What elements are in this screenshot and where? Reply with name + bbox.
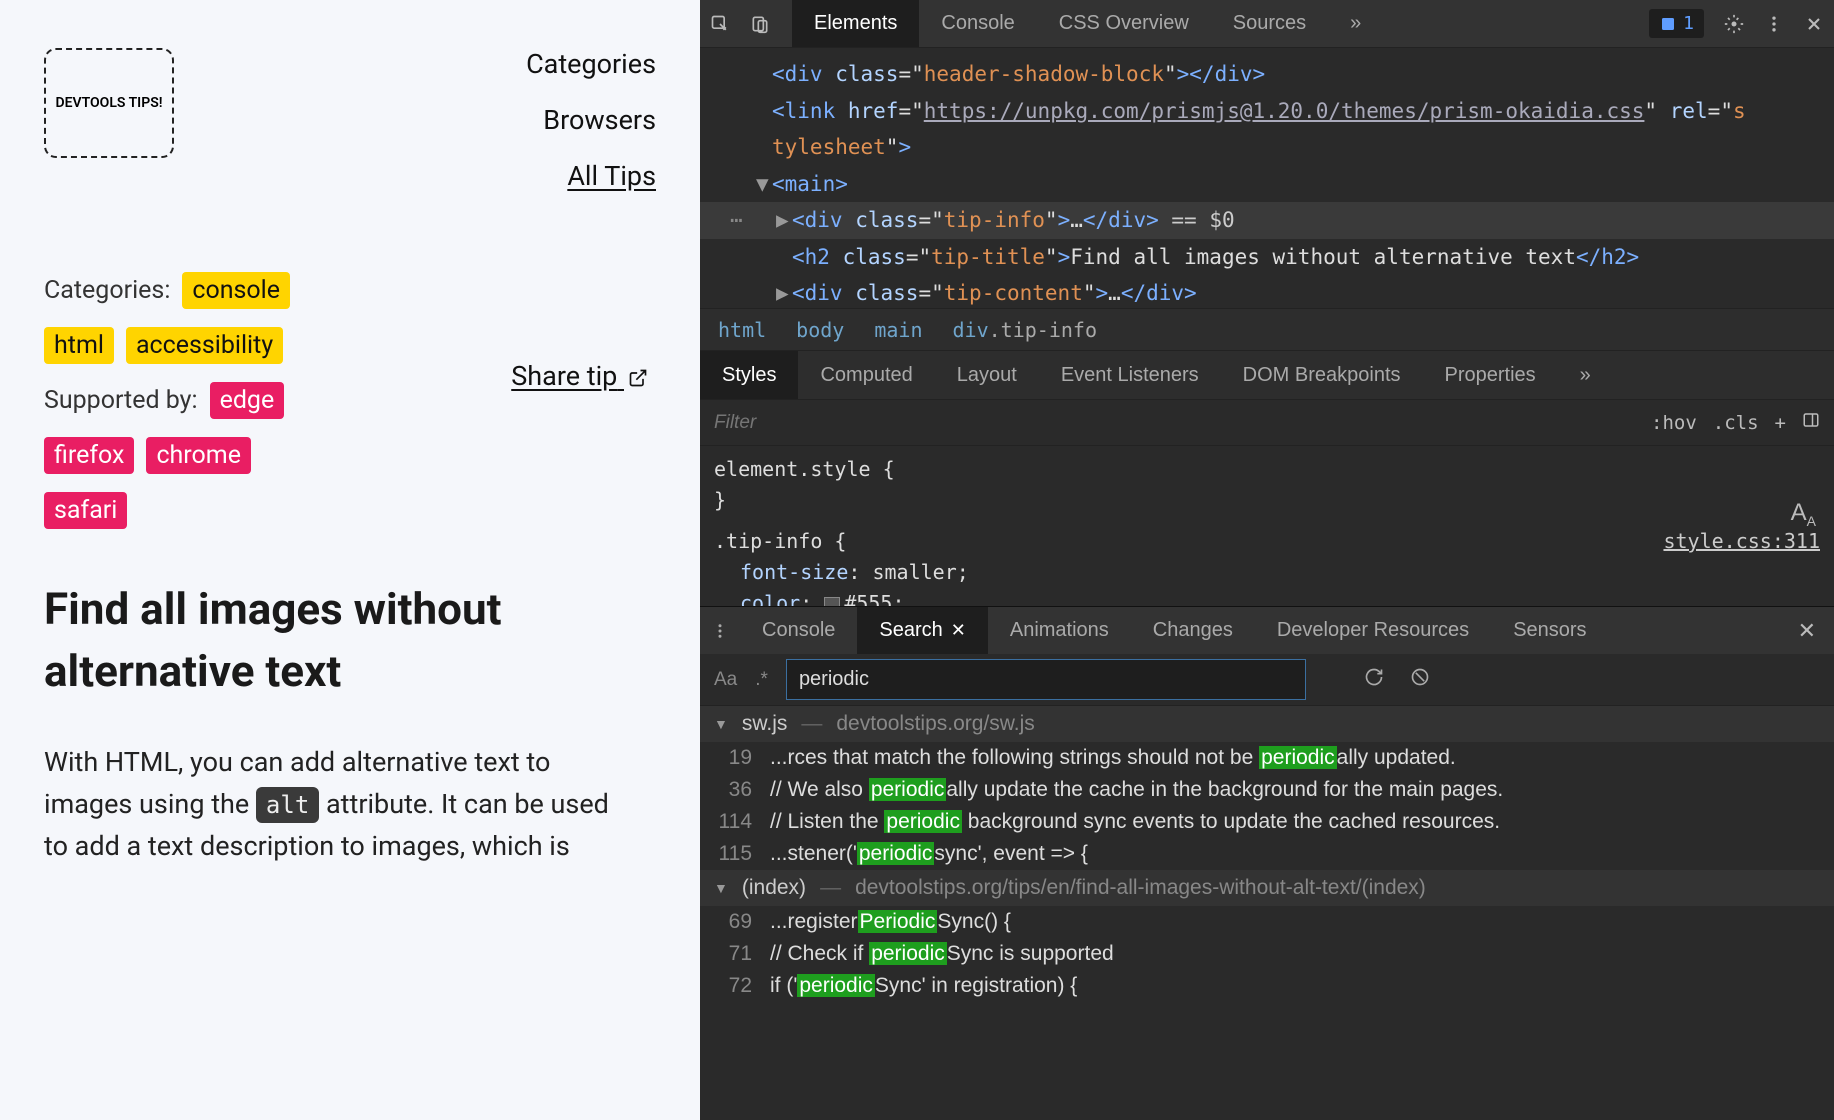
crumb-div[interactable]: div.tip-info: [953, 318, 1098, 342]
drawer-tab-search[interactable]: Search✕: [857, 607, 987, 654]
issues-count: 1: [1683, 13, 1694, 34]
inspect-element-icon[interactable]: [700, 4, 740, 44]
refresh-icon[interactable]: [1364, 667, 1384, 692]
search-bar: Aa .*: [700, 654, 1834, 706]
clear-icon[interactable]: [1410, 667, 1430, 692]
tabs-more-icon[interactable]: »: [1328, 0, 1383, 47]
code-alt: alt: [256, 787, 319, 823]
styles-tab-styles[interactable]: Styles: [700, 351, 798, 399]
drawer-tab-sensors[interactable]: Sensors: [1491, 607, 1608, 654]
styles-tab-layout[interactable]: Layout: [935, 351, 1039, 399]
result-line[interactable]: 114// Listen the periodic background syn…: [700, 806, 1834, 838]
new-rule-icon[interactable]: +: [1775, 412, 1786, 434]
close-drawer-icon[interactable]: ✕: [1780, 618, 1834, 644]
tag-firefox[interactable]: firefox: [44, 437, 134, 474]
external-link-icon: [628, 368, 648, 388]
drawer-tab-animations[interactable]: Animations: [988, 607, 1131, 654]
styles-filter-input[interactable]: [714, 412, 1651, 434]
devtools-pane: Elements Console CSS Overview Sources » …: [700, 0, 1834, 1120]
styles-tab-properties[interactable]: Properties: [1423, 351, 1558, 399]
color-swatch[interactable]: [824, 597, 840, 607]
match-case-toggle[interactable]: Aa: [714, 669, 737, 691]
search-results: ▼sw.js—devtoolstips.org/sw.js19...rces t…: [700, 706, 1834, 1120]
share-tip-link[interactable]: Share tip: [511, 360, 648, 392]
tag-console[interactable]: console: [182, 272, 290, 309]
styles-tabs-more-icon[interactable]: »: [1558, 351, 1613, 399]
result-file-header[interactable]: ▼sw.js—devtoolstips.org/sw.js: [700, 706, 1834, 742]
share-tip-label: Share tip: [511, 360, 617, 392]
drawer-menu-icon[interactable]: [700, 611, 740, 651]
tab-elements[interactable]: Elements: [792, 0, 919, 47]
crumb-body[interactable]: body: [796, 318, 844, 342]
dom-selected-node[interactable]: ⋯▶<div class="tip-info">…</div> == $0: [700, 202, 1834, 239]
primary-nav: Categories Browsers All Tips: [526, 48, 656, 192]
tag-accessibility[interactable]: accessibility: [126, 327, 283, 364]
page-title: Find all images without alternative text: [44, 579, 544, 702]
tag-safari[interactable]: safari: [44, 492, 127, 529]
cls-toggle[interactable]: .cls: [1713, 412, 1759, 434]
site-logo[interactable]: DEVTOOLS TIPS!: [44, 48, 174, 158]
issue-icon: [1659, 15, 1677, 33]
result-line[interactable]: 115...stener('periodicsync', event => {: [700, 838, 1834, 870]
close-tab-icon[interactable]: ✕: [951, 620, 966, 641]
styles-filter-bar: :hov .cls +: [700, 400, 1834, 446]
result-line[interactable]: 71// Check if periodicSync is supported: [700, 938, 1834, 970]
categories-label: Categories:: [44, 276, 170, 305]
drawer-tab-changes[interactable]: Changes: [1131, 607, 1255, 654]
tab-sources[interactable]: Sources: [1211, 0, 1328, 47]
nav-categories[interactable]: Categories: [526, 48, 656, 80]
regex-toggle[interactable]: .*: [755, 669, 768, 691]
tab-console[interactable]: Console: [919, 0, 1036, 47]
close-devtools-icon[interactable]: [1794, 4, 1834, 44]
kebab-menu-icon[interactable]: [1754, 4, 1794, 44]
supported-label: Supported by:: [44, 386, 198, 415]
styles-tab-event-listeners[interactable]: Event Listeners: [1039, 351, 1221, 399]
page-content: DEVTOOLS TIPS! Categories Browsers All T…: [0, 0, 700, 1120]
nav-browsers[interactable]: Browsers: [543, 104, 656, 136]
tab-css-overview[interactable]: CSS Overview: [1037, 0, 1211, 47]
font-editor-icon[interactable]: AA: [1791, 494, 1816, 532]
result-file-header[interactable]: ▼(index)—devtoolstips.org/tips/en/find-a…: [700, 870, 1834, 906]
result-line[interactable]: 69...registerPeriodicSync() {: [700, 906, 1834, 938]
nav-all-tips[interactable]: All Tips: [567, 160, 656, 192]
crumb-main[interactable]: main: [874, 318, 922, 342]
issues-badge[interactable]: 1: [1649, 9, 1704, 38]
css-rules[interactable]: element.style { } AA .tip-info { style.c…: [700, 446, 1834, 606]
styles-tabs: Styles Computed Layout Event Listeners D…: [700, 350, 1834, 400]
body-paragraph: With HTML, you can add alternative text …: [44, 742, 624, 868]
device-toolbar-icon[interactable]: [740, 4, 780, 44]
search-input[interactable]: [786, 659, 1306, 700]
drawer-tab-console[interactable]: Console: [740, 607, 857, 654]
devtools-toolbar: Elements Console CSS Overview Sources » …: [700, 0, 1834, 48]
crumb-html[interactable]: html: [718, 318, 766, 342]
sidebar-toggle-icon[interactable]: [1802, 411, 1820, 434]
breadcrumb: html body main div.tip-info: [700, 308, 1834, 350]
result-line[interactable]: 19...rces that match the following strin…: [700, 742, 1834, 774]
drawer-tabs: Console Search✕ Animations Changes Devel…: [700, 606, 1834, 654]
settings-icon[interactable]: [1714, 4, 1754, 44]
tag-chrome[interactable]: chrome: [146, 437, 251, 474]
drawer-tab-developer-resources[interactable]: Developer Resources: [1255, 607, 1491, 654]
result-line[interactable]: 72if ('periodicSync' in registration) {: [700, 970, 1834, 1002]
result-line[interactable]: 36// We also periodically update the cac…: [700, 774, 1834, 806]
tag-edge[interactable]: edge: [210, 382, 285, 419]
styles-tab-computed[interactable]: Computed: [798, 351, 934, 399]
dom-tree[interactable]: <div class="header-shadow-block"></div> …: [700, 48, 1834, 308]
tag-html[interactable]: html: [44, 327, 114, 364]
hov-toggle[interactable]: :hov: [1651, 412, 1697, 434]
styles-tab-dom-breakpoints[interactable]: DOM Breakpoints: [1221, 351, 1423, 399]
